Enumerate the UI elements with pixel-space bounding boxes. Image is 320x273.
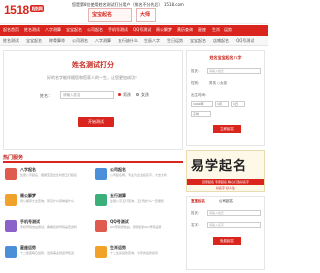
phone-icon	[5, 220, 17, 232]
top-header: 1518 起名网 您是第8位使用姓名测试打分用户（排名不分先后） 1518.com…	[0, 0, 268, 24]
name-input[interactable]: 请输入名字	[207, 222, 261, 228]
free-naming-button[interactable]: 免费起名	[213, 237, 241, 245]
page-description: 好的名字能伴随您和您家人的一生，让您更加成功！	[47, 75, 139, 80]
nav-item[interactable]: 生肖	[212, 27, 220, 33]
name-input[interactable]: 请输入姓名	[60, 91, 114, 99]
birth-month-select[interactable]: 1月	[215, 101, 229, 107]
surname-input[interactable]: 请输入姓氏	[207, 210, 261, 216]
nav-item[interactable]: 周公解梦	[156, 27, 172, 33]
logo-badge: 起名网	[29, 5, 45, 12]
service-desc: 十二星座每日运势，爱情事业财运早知道	[20, 251, 75, 255]
quick-naming-form: 宝宝起名 公司起名 姓氏： 请输入姓氏 名字： 请输入名字 免费起名	[186, 196, 265, 270]
nav-item[interactable]: 手机号测试	[108, 27, 128, 33]
ad-banner[interactable]: 易学起名 百家起名 专家起名 精心打造好名字 好名字 好人生	[186, 150, 265, 192]
nav-item[interactable]: 星座	[198, 27, 206, 33]
service-card[interactable]: 五行测算 生辰八字五行查询，五行缺什么一查便知	[93, 192, 181, 218]
nav-item[interactable]: 公司起名	[87, 27, 103, 33]
site-logo[interactable]: 1518 起名网	[4, 3, 45, 17]
surname-label: 姓氏：	[191, 211, 202, 215]
nav-item[interactable]: 八字测算	[45, 27, 61, 33]
name-label: 姓名：	[40, 93, 52, 98]
promo-banner[interactable]: 宝宝起名	[88, 8, 132, 22]
surname-input[interactable]: 请输入姓氏	[207, 68, 261, 74]
nav-item[interactable]: 黄历查询	[177, 27, 193, 33]
main-nav: 起名首页 姓名测试 八字测算 宝宝起名 公司起名 手机号测试 QQ号测试 周公解…	[0, 25, 268, 36]
birth-day-select[interactable]: 1日	[231, 101, 245, 107]
gender-label: 性别：	[191, 81, 202, 85]
start-test-button[interactable]: 开始测试	[78, 117, 114, 127]
subnav-item[interactable]: QQ号测试	[236, 38, 254, 44]
promo-banner-secondary[interactable]: 大师	[136, 8, 156, 22]
subnav-item[interactable]: 八字测算	[95, 38, 111, 44]
gender-male-radio[interactable]	[118, 93, 121, 96]
subnav-item[interactable]: 称骨算命	[49, 38, 65, 44]
subnav-item[interactable]: 五行缺什么	[118, 38, 138, 44]
dream-icon	[5, 194, 17, 206]
surname-label: 姓氏：	[191, 69, 202, 73]
service-desc: 公司起名网，专业为企业起名字，大吉大利	[110, 173, 168, 177]
gender-options[interactable]: 男孩 ○女孩	[209, 81, 227, 86]
wuxing-icon	[95, 194, 107, 206]
subnav-item[interactable]: 店铺起名	[213, 38, 229, 44]
name-test-panel: 姓名测试打分 好的名字能伴随您和您家人的一生，让您更加成功！ 姓名： 请输入姓名…	[3, 50, 183, 150]
zodiac-icon	[95, 246, 107, 258]
service-desc: 周公解梦大全查询，梦见什么意味着什么	[20, 199, 75, 203]
birth-year-select[interactable]: 1990年	[191, 101, 213, 107]
company-icon	[95, 168, 107, 180]
service-desc: 十二生肖运势查询，今年的运势如何	[110, 251, 159, 255]
banner-footer: 好名字 好人生	[216, 186, 235, 190]
page-title: 姓名测试打分	[72, 62, 114, 69]
subnav-item[interactable]: 公司测名	[72, 38, 88, 44]
service-card[interactable]: 公司起名 公司起名网，专业为企业起名字，大吉大利	[93, 166, 181, 192]
nav-item[interactable]: 起名首页	[3, 27, 19, 33]
subnav-item[interactable]: 生日运势	[167, 38, 183, 44]
services-heading: 热门服务	[3, 154, 183, 163]
nav-item[interactable]: 宝宝起名	[66, 27, 82, 33]
form-title: 姓名宝宝起名八字	[209, 55, 242, 60]
gender-female-radio[interactable]	[136, 93, 139, 96]
start-naming-button[interactable]: 立即起名	[213, 125, 241, 133]
service-card[interactable]: 星座运势 十二星座每日运势，爱情事业财运早知道	[3, 244, 91, 270]
qq-icon	[95, 220, 107, 232]
sub-nav: 姓名测试 宝宝起名 称骨算命 公司测名 八字测算 五行缺什么 生辰八字 生日运势…	[0, 36, 268, 46]
nav-item[interactable]: QQ号测试	[133, 27, 151, 33]
subnav-item[interactable]: 生辰八字	[144, 38, 160, 44]
tab-baby-naming[interactable]: 宝宝起名	[191, 199, 205, 204]
banner-strip: 百家起名 专家起名 精心打造好名字	[187, 179, 264, 185]
banner-heading: 易学起名	[191, 159, 248, 174]
service-card[interactable]: 手机号测试 手机号码吉凶测试，看看您的号码是否吉利	[3, 218, 91, 244]
gender-female-label: 女孩	[141, 92, 149, 97]
baby-naming-form: 姓名宝宝起名八字 姓氏： 请输入姓氏 性别： 男孩 ○女孩 出生时间： 1990…	[186, 50, 265, 146]
service-desc: 生辰八字起名，根据宝宝出生时辰五行起名	[20, 173, 78, 177]
birth-hour-select[interactable]: 子时	[191, 111, 211, 117]
nav-item[interactable]: 姓名测试	[24, 27, 40, 33]
subnav-item[interactable]: 姓名测试	[3, 38, 19, 44]
service-card[interactable]: 生肖运势 十二生肖运势查询，今年的运势如何	[93, 244, 181, 270]
service-desc: 手机号码吉凶测试，看看您的号码是否吉利	[20, 225, 78, 229]
bazi-icon	[5, 168, 17, 180]
subnav-item[interactable]: 宝宝起名	[26, 38, 42, 44]
star-icon	[5, 246, 17, 258]
service-card[interactable]: 八字起名 生辰八字起名，根据宝宝出生时辰五行起名	[3, 166, 91, 192]
service-desc: QQ号码测吉凶，测测您的QQ号码运势	[110, 225, 162, 229]
nav-item[interactable]: 运势	[224, 27, 232, 33]
gender-male-label: 男孩	[123, 92, 131, 97]
service-card[interactable]: 周公解梦 周公解梦大全查询，梦见什么意味着什么	[3, 192, 91, 218]
service-desc: 生辰八字五行查询，五行缺什么一查便知	[110, 199, 165, 203]
subnav-item[interactable]: 宝宝起名	[190, 38, 206, 44]
birth-label: 出生时间：	[191, 93, 209, 97]
name-label: 名字：	[191, 223, 202, 227]
tab-company-naming[interactable]: 公司起名	[219, 199, 233, 204]
service-card[interactable]: QQ号测试 QQ号码测吉凶，测测您的QQ号码运势	[93, 218, 181, 244]
